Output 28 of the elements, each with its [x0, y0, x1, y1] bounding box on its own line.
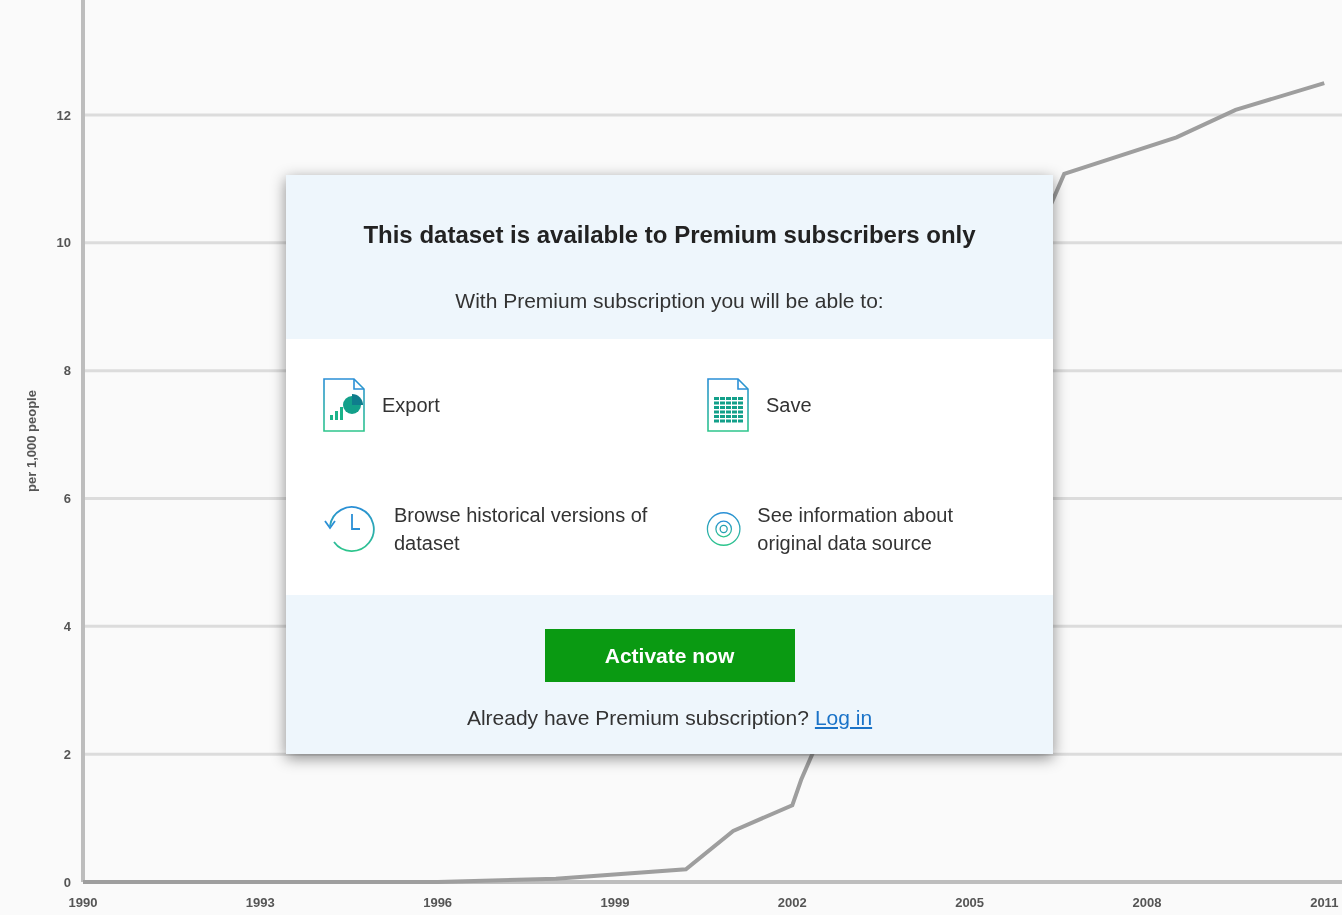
axis-label: 6 — [63, 491, 71, 506]
clock-icon — [322, 504, 378, 554]
axis-label: 1990 — [68, 895, 98, 910]
dialog-subtitle: With Premium subscription you will be able to: — [455, 289, 884, 313]
axis-label: 8 — [63, 363, 71, 379]
feature-label: Browse historical versions of dataset — [394, 503, 649, 556]
axis-label: 1996 — [423, 895, 453, 910]
chart-document-icon — [322, 377, 366, 433]
axis-label: 1999 — [600, 895, 630, 910]
axis-label: 1993 — [245, 895, 275, 910]
axis-label: 2008 — [1132, 895, 1162, 910]
activate-button[interactable]: Activate now — [544, 629, 795, 682]
dialog-title: This dataset is available to Premium subscribers only — [363, 221, 976, 249]
axis-label: 2005 — [955, 895, 985, 910]
axis-label: 10 — [56, 235, 71, 251]
spreadsheet-document-icon — [706, 377, 750, 433]
login-link[interactable]: Log in — [814, 706, 873, 729]
axis-label: 12 — [56, 107, 71, 123]
feature-label: Export — [382, 393, 440, 418]
login-prompt: Already have Premium subscription? — [466, 706, 809, 730]
axis-label: 4 — [63, 618, 71, 634]
axis-title: per 1,000 people — [24, 390, 39, 492]
axis-label: 2002 — [777, 895, 807, 910]
axis-label: 2011 — [1310, 895, 1339, 910]
axis-label: 0 — [63, 874, 71, 890]
feature-label: Save — [766, 393, 812, 418]
axis-label: 2 — [63, 746, 71, 762]
feature-label: See information about original data source — [757, 503, 955, 556]
